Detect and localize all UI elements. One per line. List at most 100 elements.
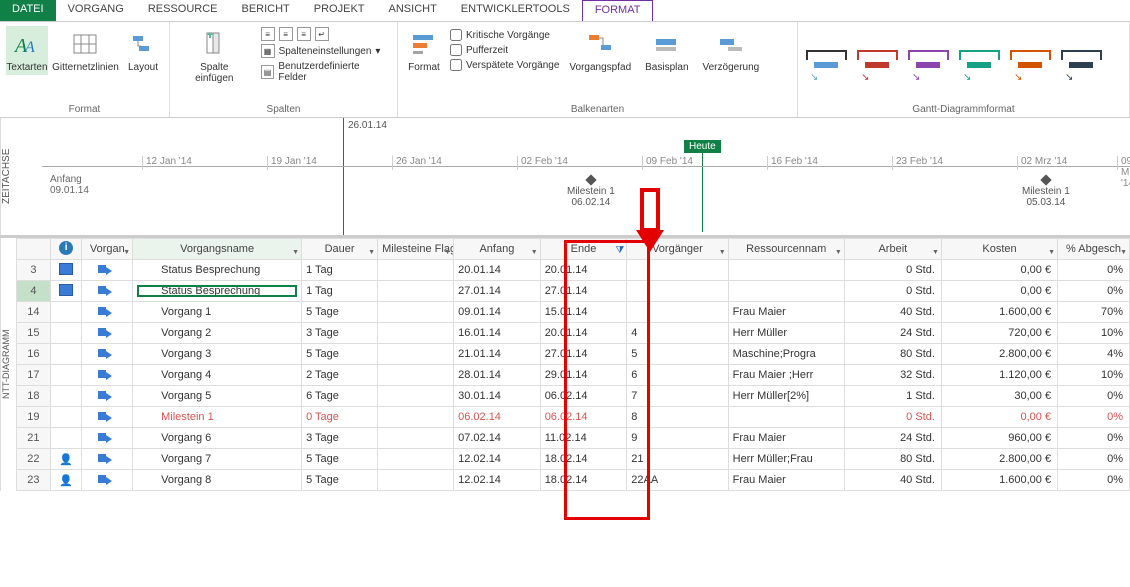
cell-ende[interactable]: 20.01.14 <box>540 260 627 281</box>
align-center-icon[interactable]: ≡ <box>279 27 293 41</box>
align-left-icon[interactable]: ≡ <box>261 27 275 41</box>
table-row[interactable]: 15Vorgang 23 Tage16.01.1420.01.144Herr M… <box>17 323 1130 344</box>
table-row[interactable]: 14Vorgang 15 Tage09.01.1415.01.14Frau Ma… <box>17 302 1130 323</box>
cell-kosten[interactable]: 720,00 € <box>941 323 1057 344</box>
cell-arbeit[interactable]: 1 Std. <box>844 386 941 407</box>
cell-name[interactable]: Vorgang 7 <box>133 449 302 470</box>
cell-name[interactable]: Vorgang 8 <box>133 470 302 491</box>
cell-kosten[interactable]: 30,00 € <box>941 386 1057 407</box>
cell-dauer[interactable]: 1 Tag <box>302 260 378 281</box>
cell-dauer[interactable]: 5 Tage <box>302 449 378 470</box>
gantt-style-6[interactable]: ↘ <box>1059 46 1104 82</box>
cell-anfang[interactable]: 21.01.14 <box>454 344 541 365</box>
cell-name[interactable]: Milestein 1 <box>133 407 302 428</box>
cell-ende[interactable]: 15.01.14 <box>540 302 627 323</box>
cell-kosten[interactable]: 1.600,00 € <box>941 470 1057 491</box>
cell-dauer[interactable]: 3 Tage <box>302 323 378 344</box>
cell-pct[interactable]: 0% <box>1058 407 1130 428</box>
cell-taskmode[interactable] <box>82 470 133 491</box>
cell-flag[interactable] <box>378 281 454 302</box>
col-anfang[interactable]: Anfang▼ <box>454 239 541 260</box>
spalteneinstellungen-button[interactable]: ▦Spalteneinstellungen ▾ <box>259 43 391 59</box>
cell-name[interactable]: Vorgang 1 <box>133 302 302 323</box>
cell-flag[interactable] <box>378 428 454 449</box>
cell-taskmode[interactable] <box>82 260 133 281</box>
cell-arbeit[interactable]: 80 Std. <box>844 449 941 470</box>
cell-dauer[interactable]: 6 Tage <box>302 386 378 407</box>
cell-vorgaenger[interactable]: 4 <box>627 323 728 344</box>
table-row[interactable]: 18Vorgang 56 Tage30.01.1406.02.147Herr M… <box>17 386 1130 407</box>
gantt-style-1[interactable]: ↘ <box>804 46 849 82</box>
col-rownum[interactable] <box>17 239 51 260</box>
cell-name[interactable]: Vorgang 6 <box>133 428 302 449</box>
cell-kosten[interactable]: 0,00 € <box>941 407 1057 428</box>
cell-ressourcen[interactable]: Frau Maier <box>728 302 844 323</box>
cell-ende[interactable]: 29.01.14 <box>540 365 627 386</box>
gantt-style-2[interactable]: ↘ <box>855 46 900 82</box>
cell-dauer[interactable]: 5 Tage <box>302 470 378 491</box>
col-vorgangsname[interactable]: Vorgangsname▼ <box>133 239 302 260</box>
cell-vorgaenger[interactable] <box>627 281 728 302</box>
cell-vorgaenger[interactable] <box>627 302 728 323</box>
wrap-text-icon[interactable]: ↵ <box>315 27 329 41</box>
row-number[interactable]: 3 <box>17 260 51 281</box>
cell-arbeit[interactable]: 32 Std. <box>844 365 941 386</box>
cell-ressourcen[interactable]: Herr Müller;Frau <box>728 449 844 470</box>
cell-vorgaenger[interactable]: 22AA <box>627 470 728 491</box>
cell-ende[interactable]: 20.01.14 <box>540 323 627 344</box>
table-row[interactable]: 23👤Vorgang 85 Tage12.02.1418.02.1422AAFr… <box>17 470 1130 491</box>
benutzerdef-button[interactable]: ▤Benutzerdefinierte Felder <box>259 60 391 84</box>
tab-bericht[interactable]: BERICHT <box>230 0 302 21</box>
cell-ressourcen[interactable]: Frau Maier <box>728 470 844 491</box>
cell-arbeit[interactable]: 40 Std. <box>844 470 941 491</box>
cell-dauer[interactable]: 1 Tag <box>302 281 378 302</box>
cell-pct[interactable]: 0% <box>1058 386 1130 407</box>
cell-taskmode[interactable] <box>82 302 133 323</box>
cell-dauer[interactable]: 0 Tage <box>302 407 378 428</box>
table-row[interactable]: 4Status Besprechung1 Tag27.01.1427.01.14… <box>17 281 1130 302</box>
cell-flag[interactable] <box>378 386 454 407</box>
cell-dauer[interactable]: 5 Tage <box>302 344 378 365</box>
gantt-style-4[interactable]: ↘ <box>957 46 1002 82</box>
pufferzeit-checkbox[interactable]: Pufferzeit <box>450 43 559 57</box>
col-ressourcen[interactable]: Ressourcennam▼ <box>728 239 844 260</box>
cell-ende[interactable]: 27.01.14 <box>540 281 627 302</box>
cell-ende[interactable]: 27.01.14 <box>540 344 627 365</box>
cell-arbeit[interactable]: 80 Std. <box>844 344 941 365</box>
cell-name[interactable]: Vorgang 2 <box>133 323 302 344</box>
row-number[interactable]: 17 <box>17 365 51 386</box>
cell-kosten[interactable]: 2.800,00 € <box>941 344 1057 365</box>
cell-kosten[interactable]: 1.120,00 € <box>941 365 1057 386</box>
cell-flag[interactable] <box>378 344 454 365</box>
cell-arbeit[interactable]: 0 Std. <box>844 260 941 281</box>
cell-pct[interactable]: 0% <box>1058 428 1130 449</box>
col-kosten[interactable]: Kosten▼ <box>941 239 1057 260</box>
col-vorgangsmodus[interactable]: Vorgan▼ <box>82 239 133 260</box>
cell-ende[interactable]: 06.02.14 <box>540 407 627 428</box>
cell-name[interactable]: Vorgang 4 <box>133 365 302 386</box>
cell-pct[interactable]: 10% <box>1058 365 1130 386</box>
cell-anfang[interactable]: 27.01.14 <box>454 281 541 302</box>
cell-kosten[interactable]: 0,00 € <box>941 260 1057 281</box>
cell-arbeit[interactable]: 24 Std. <box>844 323 941 344</box>
cell-pct[interactable]: 0% <box>1058 281 1130 302</box>
cell-anfang[interactable]: 06.02.14 <box>454 407 541 428</box>
cell-taskmode[interactable] <box>82 365 133 386</box>
cell-dauer[interactable]: 5 Tage <box>302 302 378 323</box>
cell-name[interactable]: Status Besprechung <box>133 281 302 302</box>
tab-ansicht[interactable]: ANSICHT <box>377 0 449 21</box>
kritische-checkbox[interactable]: Kritische Vorgänge <box>450 28 559 42</box>
cell-anfang[interactable]: 07.02.14 <box>454 428 541 449</box>
cell-ressourcen[interactable]: Maschine;Progra <box>728 344 844 365</box>
cell-taskmode[interactable] <box>82 449 133 470</box>
cell-name[interactable]: Status Besprechung <box>133 260 302 281</box>
cell-kosten[interactable]: 2.800,00 € <box>941 449 1057 470</box>
cell-ressourcen[interactable]: Herr Müller[2%] <box>728 386 844 407</box>
cell-arbeit[interactable]: 24 Std. <box>844 428 941 449</box>
cell-vorgaenger[interactable]: 8 <box>627 407 728 428</box>
basisplan-button[interactable]: Basisplan <box>641 26 692 75</box>
cell-ende[interactable]: 18.02.14 <box>540 449 627 470</box>
cell-ressourcen[interactable]: Herr Müller <box>728 323 844 344</box>
tab-format[interactable]: FORMAT <box>582 0 654 21</box>
tab-datei[interactable]: DATEI <box>0 0 56 21</box>
